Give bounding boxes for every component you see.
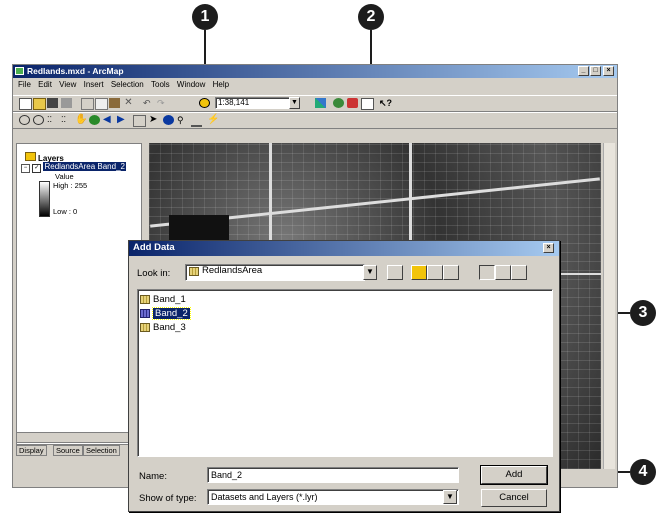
scale-dropdown-chevron-down-icon[interactable]: ▼ bbox=[289, 97, 300, 109]
add-data-icon[interactable] bbox=[199, 98, 210, 108]
menu-insert[interactable]: Insert bbox=[84, 80, 104, 89]
list-item[interactable]: Band_3 bbox=[140, 322, 186, 333]
measure-icon[interactable] bbox=[191, 115, 202, 127]
select-features-icon[interactable] bbox=[133, 115, 146, 127]
legend-low-label: Low : 0 bbox=[53, 207, 78, 216]
raster-band-icon bbox=[140, 322, 150, 332]
hyperlink-icon[interactable]: ⚡ bbox=[207, 115, 219, 125]
legend-value-label: Value bbox=[55, 172, 74, 181]
layer-name[interactable]: RedlandsArea Band_2 bbox=[43, 162, 126, 171]
add-button[interactable]: Add bbox=[480, 465, 548, 485]
menu-view[interactable]: View bbox=[59, 80, 76, 89]
callout-3: 3 bbox=[630, 300, 656, 326]
connect-to-folder-icon[interactable] bbox=[411, 265, 427, 280]
cut-icon[interactable] bbox=[81, 98, 94, 110]
tab-display[interactable]: Display bbox=[16, 445, 47, 456]
delete-icon[interactable]: ✕ bbox=[123, 98, 134, 108]
menu-tools[interactable]: Tools bbox=[151, 80, 170, 89]
map-vertical-scrollbar[interactable] bbox=[603, 143, 615, 469]
dialog-titlebar: Add Data × bbox=[129, 241, 559, 256]
legend-high-label: High : 255 bbox=[53, 181, 88, 190]
print-icon[interactable] bbox=[61, 98, 72, 108]
fixed-zoom-out-icon[interactable]: ⁚⁚ bbox=[61, 115, 72, 125]
file-list[interactable]: Band_1 Band_2 Band_3 bbox=[137, 289, 553, 457]
next-extent-icon[interactable]: ▶ bbox=[117, 115, 128, 125]
paste-icon[interactable] bbox=[109, 98, 120, 108]
dialog-title: Add Data bbox=[133, 242, 175, 253]
menu-help[interactable]: Help bbox=[213, 80, 229, 89]
layer-visibility-checkbox[interactable]: ✓ bbox=[32, 164, 42, 173]
minimize-button[interactable]: _ bbox=[578, 66, 589, 76]
command-line-icon[interactable] bbox=[361, 98, 374, 110]
tab-selection[interactable]: Selection bbox=[83, 445, 120, 456]
open-folder-icon[interactable] bbox=[33, 98, 46, 110]
arccatalog-icon[interactable] bbox=[333, 98, 344, 108]
dialog-close-button[interactable]: × bbox=[543, 243, 554, 253]
zoom-out-icon[interactable] bbox=[33, 115, 44, 125]
window-titlebar: Redlands.mxd - ArcMap _ □ × bbox=[13, 65, 617, 78]
find-binoculars-icon[interactable]: ⚲ bbox=[177, 115, 188, 125]
look-in-value: RedlandsArea bbox=[202, 265, 263, 276]
menu-bar: File Edit View Insert Selection Tools Wi… bbox=[13, 80, 617, 92]
maximize-button[interactable]: □ bbox=[590, 66, 601, 76]
undo-icon[interactable]: ↶ bbox=[143, 98, 154, 108]
show-of-type-label: Show of type: bbox=[139, 493, 197, 504]
arctoolbox-icon[interactable] bbox=[347, 98, 358, 108]
map-scale-field[interactable]: 1:38,141 bbox=[215, 97, 291, 109]
select-elements-arrow-icon[interactable]: ➤ bbox=[149, 115, 160, 125]
save-icon[interactable] bbox=[47, 98, 58, 108]
list-item[interactable]: Band_1 bbox=[140, 294, 186, 305]
table-of-contents: Layers − ✓ RedlandsArea Band_2 Value Hig… bbox=[16, 143, 142, 445]
tools-toolbar: ⁚⁚ ⁚⁚ ✋ ◀ ▶ ➤ ⚲ ⚡ bbox=[13, 112, 617, 129]
zoom-in-icon[interactable] bbox=[19, 115, 30, 125]
collapse-icon[interactable]: − bbox=[21, 164, 30, 173]
menu-window[interactable]: Window bbox=[177, 80, 205, 89]
show-of-type-select[interactable]: Datasets and Layers (*.lyr) bbox=[207, 489, 459, 505]
arcmap-app-icon bbox=[15, 67, 24, 75]
callout-4: 4 bbox=[630, 459, 656, 485]
geodatabase-icon bbox=[189, 267, 199, 277]
add-data-dialog: Add Data × Look in: RedlandsArea ▼ Band_… bbox=[128, 240, 560, 512]
copy-icon[interactable] bbox=[95, 98, 108, 110]
full-extent-globe-icon[interactable] bbox=[89, 115, 100, 125]
list-item-selected[interactable]: Band_2 bbox=[140, 307, 191, 320]
disconnect-folder-icon[interactable] bbox=[427, 265, 443, 280]
new-folder-icon[interactable] bbox=[443, 265, 459, 280]
callout-2: 2 bbox=[358, 4, 384, 30]
menu-edit[interactable]: Edit bbox=[38, 80, 52, 89]
new-document-icon[interactable] bbox=[19, 98, 32, 110]
menu-selection[interactable]: Selection bbox=[111, 80, 144, 89]
name-label: Name: bbox=[139, 471, 167, 482]
raster-band-icon bbox=[140, 294, 150, 304]
identify-icon[interactable] bbox=[163, 115, 174, 125]
editor-icon[interactable] bbox=[315, 98, 326, 108]
look-in-label: Look in: bbox=[137, 268, 171, 279]
standard-toolbar: ✕ ↶ ↷ 1:38,141 ▼ ↖? bbox=[13, 95, 617, 112]
look-in-select[interactable]: RedlandsArea bbox=[185, 264, 365, 281]
list-view-icon[interactable] bbox=[479, 265, 495, 280]
thumbnails-view-icon[interactable] bbox=[511, 265, 527, 280]
tab-source[interactable]: Source bbox=[53, 445, 83, 456]
raster-band-icon bbox=[140, 308, 150, 318]
callout-1: 1 bbox=[192, 4, 218, 30]
legend-gradient-ramp bbox=[39, 181, 50, 217]
name-field[interactable]: Band_2 bbox=[207, 467, 459, 483]
type-chevron-down-icon[interactable]: ▼ bbox=[443, 490, 457, 504]
close-button[interactable]: × bbox=[603, 66, 614, 76]
pan-hand-icon[interactable]: ✋ bbox=[75, 115, 87, 125]
whats-this-help-icon[interactable]: ↖? bbox=[379, 98, 392, 108]
window-title: Redlands.mxd - ArcMap bbox=[27, 66, 124, 76]
look-in-chevron-down-icon[interactable]: ▼ bbox=[363, 265, 377, 280]
toc-layer-row[interactable]: − ✓ RedlandsArea Band_2 bbox=[21, 162, 139, 173]
up-one-level-icon[interactable] bbox=[387, 265, 403, 280]
fixed-zoom-in-icon[interactable]: ⁚⁚ bbox=[47, 115, 58, 125]
previous-extent-icon[interactable]: ◀ bbox=[103, 115, 114, 125]
redo-icon[interactable]: ↷ bbox=[157, 98, 168, 108]
layers-folder-icon bbox=[25, 152, 36, 161]
toc-horizontal-scrollbar[interactable] bbox=[16, 432, 142, 443]
menu-file[interactable]: File bbox=[18, 80, 31, 89]
details-view-icon[interactable] bbox=[495, 265, 511, 280]
cancel-button[interactable]: Cancel bbox=[481, 489, 547, 507]
